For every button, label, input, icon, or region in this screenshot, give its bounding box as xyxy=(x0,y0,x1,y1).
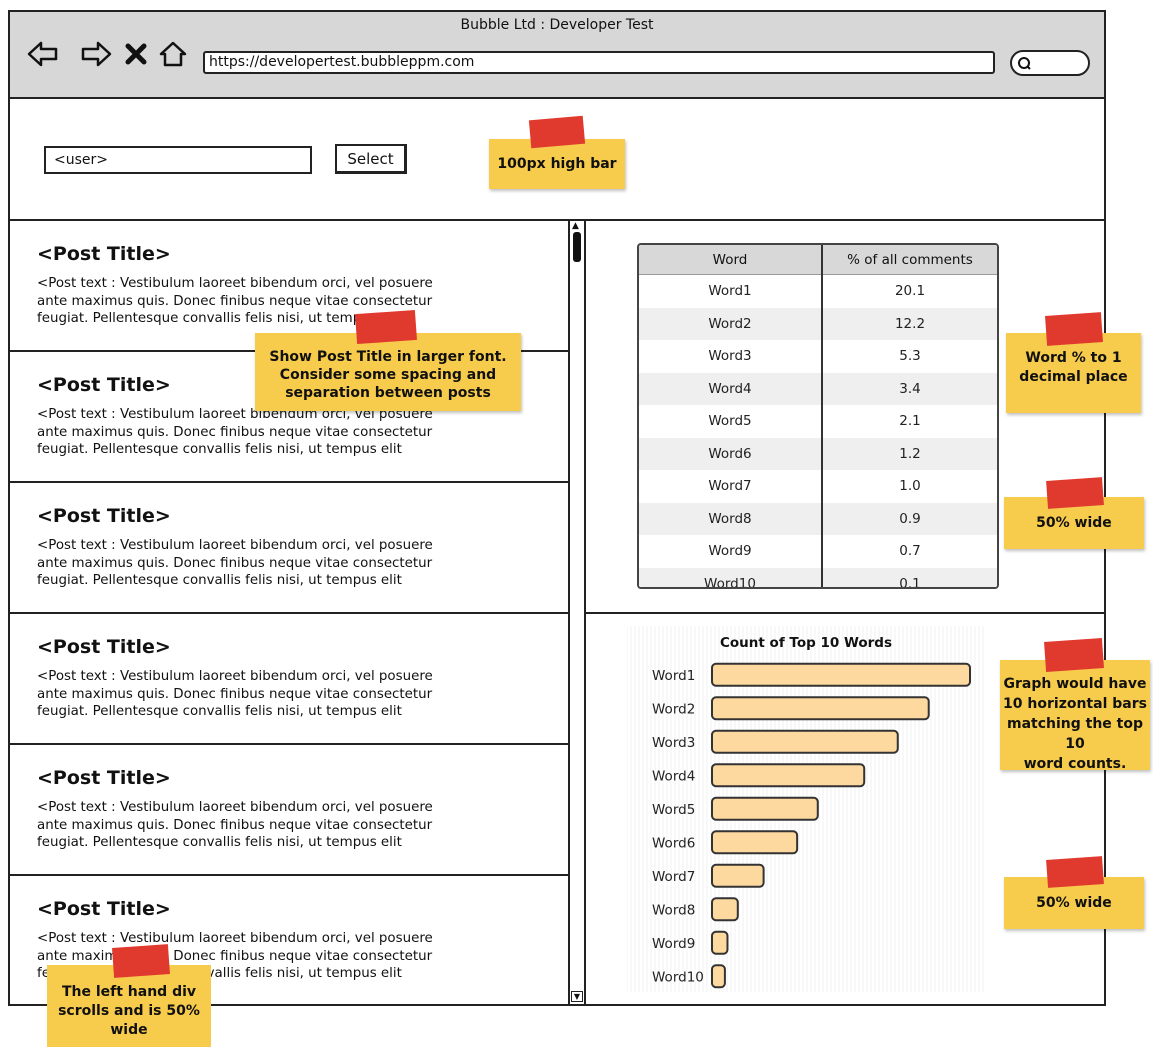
post-title: <Post Title> xyxy=(37,374,171,396)
bar xyxy=(711,930,729,955)
tape xyxy=(355,309,417,345)
table-row: Word3 5.3 xyxy=(639,340,997,373)
table-row: Word6 1.2 xyxy=(639,437,997,470)
post-text: <Post text : Vestibulum laoreet bibendum… xyxy=(37,407,433,457)
post-title: <Post Title> xyxy=(37,767,171,789)
table-header-percent: % of all comments xyxy=(822,245,997,275)
word-table: Word % of all comments Word1 20.1 Word2 12… xyxy=(637,243,999,589)
post-text: <Post text : Vestibulum laoreet bibendum… xyxy=(37,538,433,588)
tape xyxy=(112,944,170,978)
bar xyxy=(711,964,726,989)
tape xyxy=(1046,477,1104,509)
tick-label: Word5 xyxy=(652,802,695,818)
bar xyxy=(711,863,765,888)
tick-label: Word10 xyxy=(652,969,704,985)
bar xyxy=(711,830,799,855)
table-header-word: Word xyxy=(639,245,823,275)
tape xyxy=(1045,312,1103,346)
tick-label: Word4 xyxy=(652,768,695,784)
browser-search-field[interactable] xyxy=(1010,50,1090,76)
tape xyxy=(528,115,586,149)
post-title: <Post Title> xyxy=(37,898,171,920)
note-header-bar: 100px high bar xyxy=(489,139,625,189)
arrow-right-icon[interactable] xyxy=(80,40,112,68)
bar xyxy=(711,897,739,922)
note-word-percent: Word % to 1 decimal place xyxy=(1006,333,1141,413)
tick-label: Word8 xyxy=(652,902,695,918)
table-row: Word1 20.1 xyxy=(639,274,997,308)
tick-label: Word2 xyxy=(652,701,695,717)
table-row: Word7 1.0 xyxy=(639,470,997,503)
note-post-title: Show Post Title in larger font. Consider… xyxy=(255,333,521,411)
table-row: Word10 0.1 xyxy=(639,567,997,587)
user-input[interactable]: <user> xyxy=(44,146,312,174)
right-divider xyxy=(586,612,1104,614)
post-item: <Post Title> <Post text : Vestibulum lao… xyxy=(10,745,568,876)
post-text: <Post text : Vestibulum laoreet bibendum… xyxy=(37,669,433,719)
window-title: Bubble Ltd : Developer Test xyxy=(460,17,654,33)
post-item: <Post Title> <Post text : Vestibulum lao… xyxy=(10,483,568,614)
post-title: <Post Title> xyxy=(37,636,171,658)
post-item: <Post Title> <Post text : Vestibulum lao… xyxy=(10,614,568,745)
note-left-div: The left hand div scrolls and is 50% wid… xyxy=(47,965,211,1047)
search-icon xyxy=(1018,57,1031,70)
tick-label: Word7 xyxy=(652,869,695,885)
tick-label: Word6 xyxy=(652,835,695,851)
tape xyxy=(1044,638,1104,672)
arrow-left-icon[interactable] xyxy=(27,40,58,68)
posts-scrollbar[interactable] xyxy=(568,221,586,1004)
table-row: Word5 2.1 xyxy=(639,405,997,438)
note-graph: Graph would have 10 horizontal bars matc… xyxy=(1000,660,1150,772)
post-text: <Post text : Vestibulum laoreet bibendum… xyxy=(37,800,433,850)
table-row: Word9 0.7 xyxy=(639,535,997,568)
table-row: Word8 0.9 xyxy=(639,502,997,535)
post-text: <Post text : Vestibulum laoreet bibendum… xyxy=(37,276,433,326)
chart-title: Count of Top 10 Words xyxy=(720,635,892,651)
tick-label: Word3 xyxy=(652,735,695,751)
post-title: <Post Title> xyxy=(37,243,171,265)
bar xyxy=(711,763,866,788)
bar xyxy=(711,696,930,721)
tick-label: Word1 xyxy=(652,668,695,684)
bar xyxy=(711,729,899,754)
home-icon[interactable] xyxy=(158,40,188,68)
address-bar[interactable]: https://developertest.bubbleppm.com xyxy=(203,51,995,74)
tape xyxy=(1046,856,1104,888)
bar xyxy=(711,796,819,821)
close-icon[interactable] xyxy=(124,40,154,68)
bar xyxy=(711,662,971,687)
scroll-up-icon[interactable]: ▲ xyxy=(572,222,579,231)
scroll-down-icon[interactable]: ▼ xyxy=(571,991,583,1002)
table-row: Word4 3.4 xyxy=(639,372,997,405)
post-title: <Post Title> xyxy=(37,505,171,527)
tick-label: Word9 xyxy=(652,936,695,952)
scroll-thumb[interactable] xyxy=(573,232,581,262)
word-count-chart: Word1 Word2 Word3 Word4 Word5 Word6 Word7 Word8… xyxy=(627,626,984,992)
select-button[interactable]: Select xyxy=(335,144,407,174)
table-row: Word2 12.2 xyxy=(639,307,997,340)
